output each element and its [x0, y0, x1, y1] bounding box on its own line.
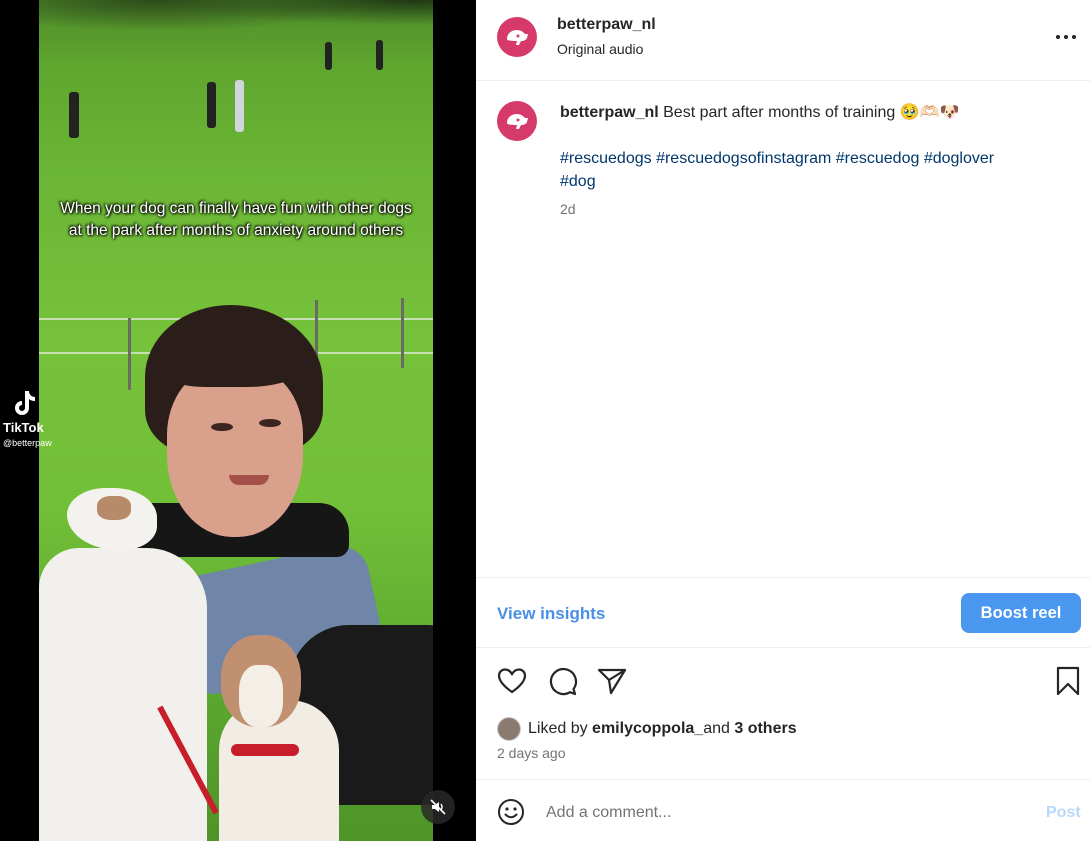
bookmark-icon[interactable]	[1052, 665, 1084, 697]
comment-bar: Post	[476, 779, 1090, 841]
park-fence-post	[401, 298, 404, 368]
hashtag-link[interactable]: #doglover	[924, 150, 994, 167]
author-avatar[interactable]	[497, 17, 537, 57]
tiktok-logo-icon	[15, 391, 35, 415]
hashtag-link[interactable]: #rescuedogs	[560, 150, 652, 167]
background-person	[325, 42, 332, 70]
comment-icon[interactable]	[546, 665, 578, 697]
reel-post-view: When your dog can finally have fun with …	[0, 0, 1090, 841]
post-details-panel: betterpaw_nl Original audio betterpaw_nl…	[476, 0, 1090, 841]
red-dog-collar	[231, 744, 299, 756]
white-dog-body	[39, 548, 207, 841]
caption-timestamp[interactable]: 2d	[560, 201, 576, 217]
post-caption: betterpaw_nl Best part after months of t…	[560, 102, 1060, 124]
park-fence-post	[128, 318, 131, 390]
liked-by-prefix: Liked by	[528, 720, 588, 737]
muted-speaker-icon	[430, 799, 446, 815]
post-actions	[476, 662, 1090, 702]
audio-label[interactable]: Original audio	[557, 41, 643, 57]
more-horizontal-icon[interactable]	[1054, 28, 1078, 46]
hashtag-link[interactable]: #rescuedog	[836, 150, 920, 167]
background-person	[235, 80, 244, 132]
hashtag-link[interactable]: #rescuedogsofinstagram	[656, 150, 831, 167]
hashtag-link[interactable]: #dog	[560, 173, 596, 190]
liker-username[interactable]: emilycoppola_	[592, 720, 703, 738]
background-person	[69, 92, 79, 138]
comment-input[interactable]	[546, 800, 1006, 826]
reaction-face-sticker	[121, 305, 351, 557]
background-person	[207, 82, 216, 128]
paw-dog-logo-icon	[507, 30, 528, 45]
caption-author-avatar[interactable]	[497, 101, 537, 141]
likes-connector: and	[703, 720, 730, 737]
white-dog-ear	[97, 496, 131, 520]
tiktok-watermark-label: TikTok	[3, 420, 44, 435]
video-overlay-caption: When your dog can finally have fun with …	[60, 200, 412, 239]
paw-dog-logo-icon	[507, 114, 528, 129]
author-username[interactable]: betterpaw_nl	[557, 16, 656, 34]
caption-username[interactable]: betterpaw_nl	[560, 104, 659, 121]
emoji-icon[interactable]	[497, 798, 525, 826]
caption-text: Best part after months of training 🥹🫶🏻🐶	[658, 104, 960, 121]
boost-reel-button[interactable]: Boost reel	[961, 593, 1081, 633]
background-person	[376, 40, 383, 70]
caption-hashtags: #rescuedogs #rescuedogsofinstagram #resc…	[560, 147, 1060, 193]
insights-bar: View insights Boost reel	[476, 577, 1090, 648]
heart-icon[interactable]	[496, 665, 528, 697]
send-icon[interactable]	[596, 665, 628, 697]
background-trees	[39, 0, 433, 40]
post-date: 2 days ago	[497, 745, 566, 761]
mute-toggle-button[interactable]	[421, 790, 455, 824]
reel-media-panel[interactable]: When your dog can finally have fun with …	[0, 0, 476, 841]
likes-summary: Liked by emilycoppola_ and 3 others	[497, 716, 797, 742]
view-insights-link[interactable]: View insights	[497, 604, 605, 624]
brown-white-dog-face	[239, 665, 283, 727]
reel-video[interactable]: When your dog can finally have fun with …	[39, 0, 433, 841]
likes-others-link[interactable]: 3 others	[734, 720, 796, 738]
tiktok-watermark-handle: @betterpaw	[3, 438, 52, 448]
post-header: betterpaw_nl Original audio	[476, 0, 1090, 81]
post-comment-button[interactable]: Post	[1046, 804, 1081, 822]
liker-avatar[interactable]	[497, 717, 521, 741]
